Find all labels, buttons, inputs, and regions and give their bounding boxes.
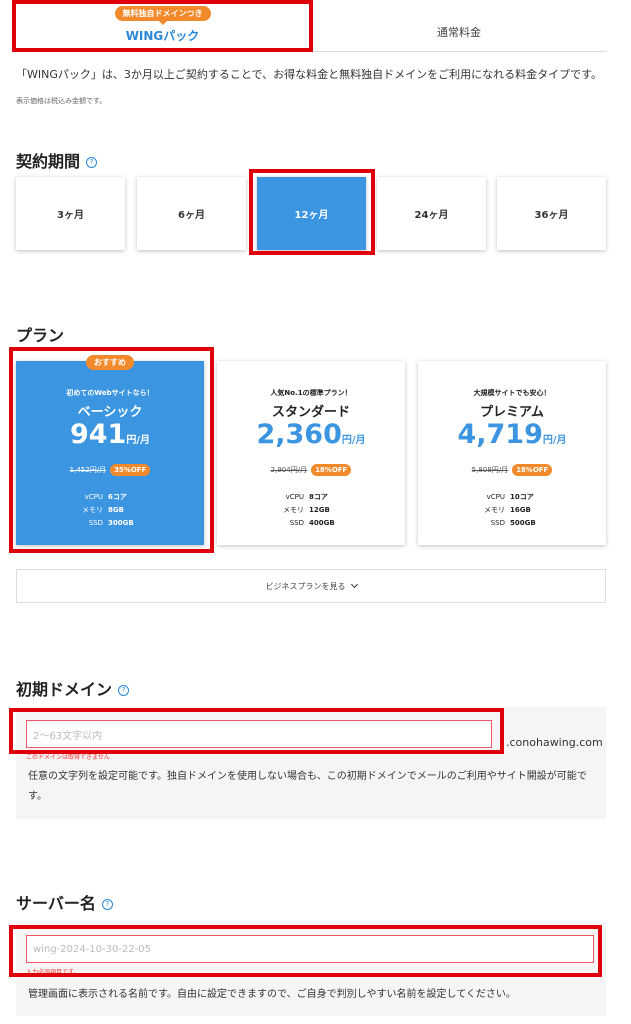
plan-section-title: プラン [16, 322, 64, 346]
recommended-badge: おすすめ [86, 355, 134, 370]
domain-title: 初期ドメイン [16, 680, 113, 699]
wing-pack-description: 「WINGパック」は、3か月以上ご契約することで、お得な料金と無料独自ドメインを… [16, 68, 602, 81]
spec-label-cpu: vCPU [285, 493, 304, 501]
spec-value-cpu: 6コア [108, 493, 127, 501]
plan-title: プラン [16, 326, 65, 345]
tab-normal-price-label: 通常料金 [437, 26, 481, 39]
plan-discount-row: 5,808円/月 18%OFF [418, 464, 606, 476]
server-section-title: サーバー名? [16, 890, 113, 914]
server-title: サーバー名 [16, 894, 96, 913]
plan-card-premium[interactable]: 大規模サイトでも安心！ プレミアム 4,719円/月 5,808円/月 18%OF… [418, 361, 606, 545]
plan-subtitle: 大規模サイトでも安心！ [473, 389, 551, 397]
plan-subtitle: 初めてのWebサイトなら！ [66, 389, 154, 397]
server-name-value: wing-2024-10-30-22-05 [33, 943, 152, 955]
discount-badge: 18%OFF [311, 464, 352, 476]
spec-label-memory: メモリ [283, 506, 304, 514]
period-option-12[interactable]: 12ヶ月 [257, 177, 366, 250]
domain-suffix: .conohawing.com [506, 736, 603, 749]
tab-wing-pack[interactable]: 無料独自ドメインつき WINGパック [14, 0, 311, 52]
plan-discount-row: 1,452円/月 35%OFF [16, 464, 204, 476]
business-plan-label: ビジネスプランを見る [265, 581, 346, 591]
free-domain-badge: 無料独自ドメインつき [114, 6, 211, 25]
tax-note: 表示価格は税込み金額です。 [16, 97, 107, 105]
spec-label-ssd: SSD [289, 519, 304, 527]
spec-label-memory: メモリ [82, 506, 103, 514]
spec-label-ssd: SSD [490, 519, 505, 527]
period-option-label: 12ヶ月 [294, 210, 329, 221]
plan-card-basic[interactable]: おすすめ 初めてのWebサイトなら！ ベーシック 941円/月 1,452円/月… [16, 355, 204, 545]
plan-price-value: 4,719 [457, 419, 543, 450]
discount-badge: 35%OFF [110, 464, 151, 476]
plan-name: プレミアム [479, 405, 545, 420]
plan-price: 2,360円/月 [217, 419, 405, 450]
server-error-text: 入力必須項目です。 [26, 969, 80, 976]
plan-specs: vCPU 10コア メモリ 16GB SSD 500GB [418, 491, 606, 530]
period-section-title: 契約期間? [16, 148, 98, 172]
server-help-text: 管理画面に表示される名前です。自由に設定できますので、ご自身で判別しやすい名前を… [28, 989, 516, 1000]
plan-specs: vCPU 8コア メモリ 12GB SSD 400GB [217, 491, 405, 530]
domain-error-text: このドメインは取得できません [26, 754, 110, 761]
plan-price-value: 941 [69, 419, 127, 450]
period-option-3[interactable]: 3ヶ月 [16, 177, 125, 250]
period-option-label: 24ヶ月 [414, 210, 449, 221]
plan-name: ベーシック [77, 405, 143, 420]
initial-domain-input[interactable]: 2～63文字以内 [26, 720, 492, 748]
plan-price-value: 2,360 [256, 419, 342, 450]
domain-section-title: 初期ドメイン? [16, 676, 130, 700]
server-name-input[interactable]: wing-2024-10-30-22-05 [26, 935, 594, 963]
spec-value-ssd: 400GB [309, 519, 335, 527]
period-option-24[interactable]: 24ヶ月 [377, 177, 486, 250]
plan-old-price: 2,904円/月 [270, 466, 308, 474]
help-icon[interactable]: ? [101, 899, 113, 910]
period-option-36[interactable]: 36ヶ月 [497, 177, 606, 250]
period-title: 契約期間 [16, 152, 81, 171]
initial-domain-placeholder: 2～63文字以内 [33, 730, 103, 742]
period-option-label: 3ヶ月 [57, 210, 84, 221]
period-option-6[interactable]: 6ヶ月 [137, 177, 246, 250]
plan-price: 941円/月 [16, 419, 204, 450]
spec-value-memory: 8GB [108, 506, 124, 514]
spec-value-memory: 12GB [309, 506, 330, 514]
pricing-tabs: 無料独自ドメインつき WINGパック 通常料金 [14, 0, 607, 52]
help-icon[interactable]: ? [118, 685, 130, 696]
plan-price-unit: 円/月 [126, 435, 151, 446]
spec-label-ssd: SSD [88, 519, 103, 527]
plan-price: 4,719円/月 [418, 419, 606, 450]
period-option-label: 6ヶ月 [178, 210, 205, 221]
plan-old-price: 1,452円/月 [69, 466, 107, 474]
spec-value-ssd: 500GB [510, 519, 536, 527]
tab-wing-pack-label: WINGパック [125, 29, 200, 43]
plan-subtitle: 人気No.1の標準プラン！ [270, 389, 352, 397]
spec-label-cpu: vCPU [486, 493, 505, 501]
spec-value-cpu: 10コア [510, 493, 534, 501]
chevron-down-icon [350, 580, 358, 589]
plan-discount-row: 2,904円/月 18%OFF [217, 464, 405, 476]
spec-value-memory: 16GB [510, 506, 531, 514]
plan-price-unit: 円/月 [341, 435, 366, 446]
plan-old-price: 5,808円/月 [471, 466, 509, 474]
tab-normal-price[interactable]: 通常料金 [311, 0, 607, 52]
plan-specs: vCPU 6コア メモリ 8GB SSD 300GB [16, 491, 204, 530]
period-option-label: 36ヶ月 [534, 210, 569, 221]
business-plan-button[interactable]: ビジネスプランを見る [16, 569, 606, 603]
spec-value-ssd: 300GB [108, 519, 134, 527]
spec-label-cpu: vCPU [84, 493, 103, 501]
plan-name: スタンダード [271, 405, 350, 420]
plan-card-standard[interactable]: 人気No.1の標準プラン！ スタンダード 2,360円/月 2,904円/月 18… [217, 361, 405, 545]
spec-label-memory: メモリ [484, 506, 505, 514]
spec-value-cpu: 8コア [309, 493, 328, 501]
domain-help-text: 任意の文字列を設定可能です。独自ドメインを使用しない場合も、この初期ドメインでメ… [28, 771, 587, 802]
plan-price-unit: 円/月 [542, 435, 567, 446]
help-icon[interactable]: ? [86, 157, 98, 168]
discount-badge: 18%OFF [512, 464, 553, 476]
